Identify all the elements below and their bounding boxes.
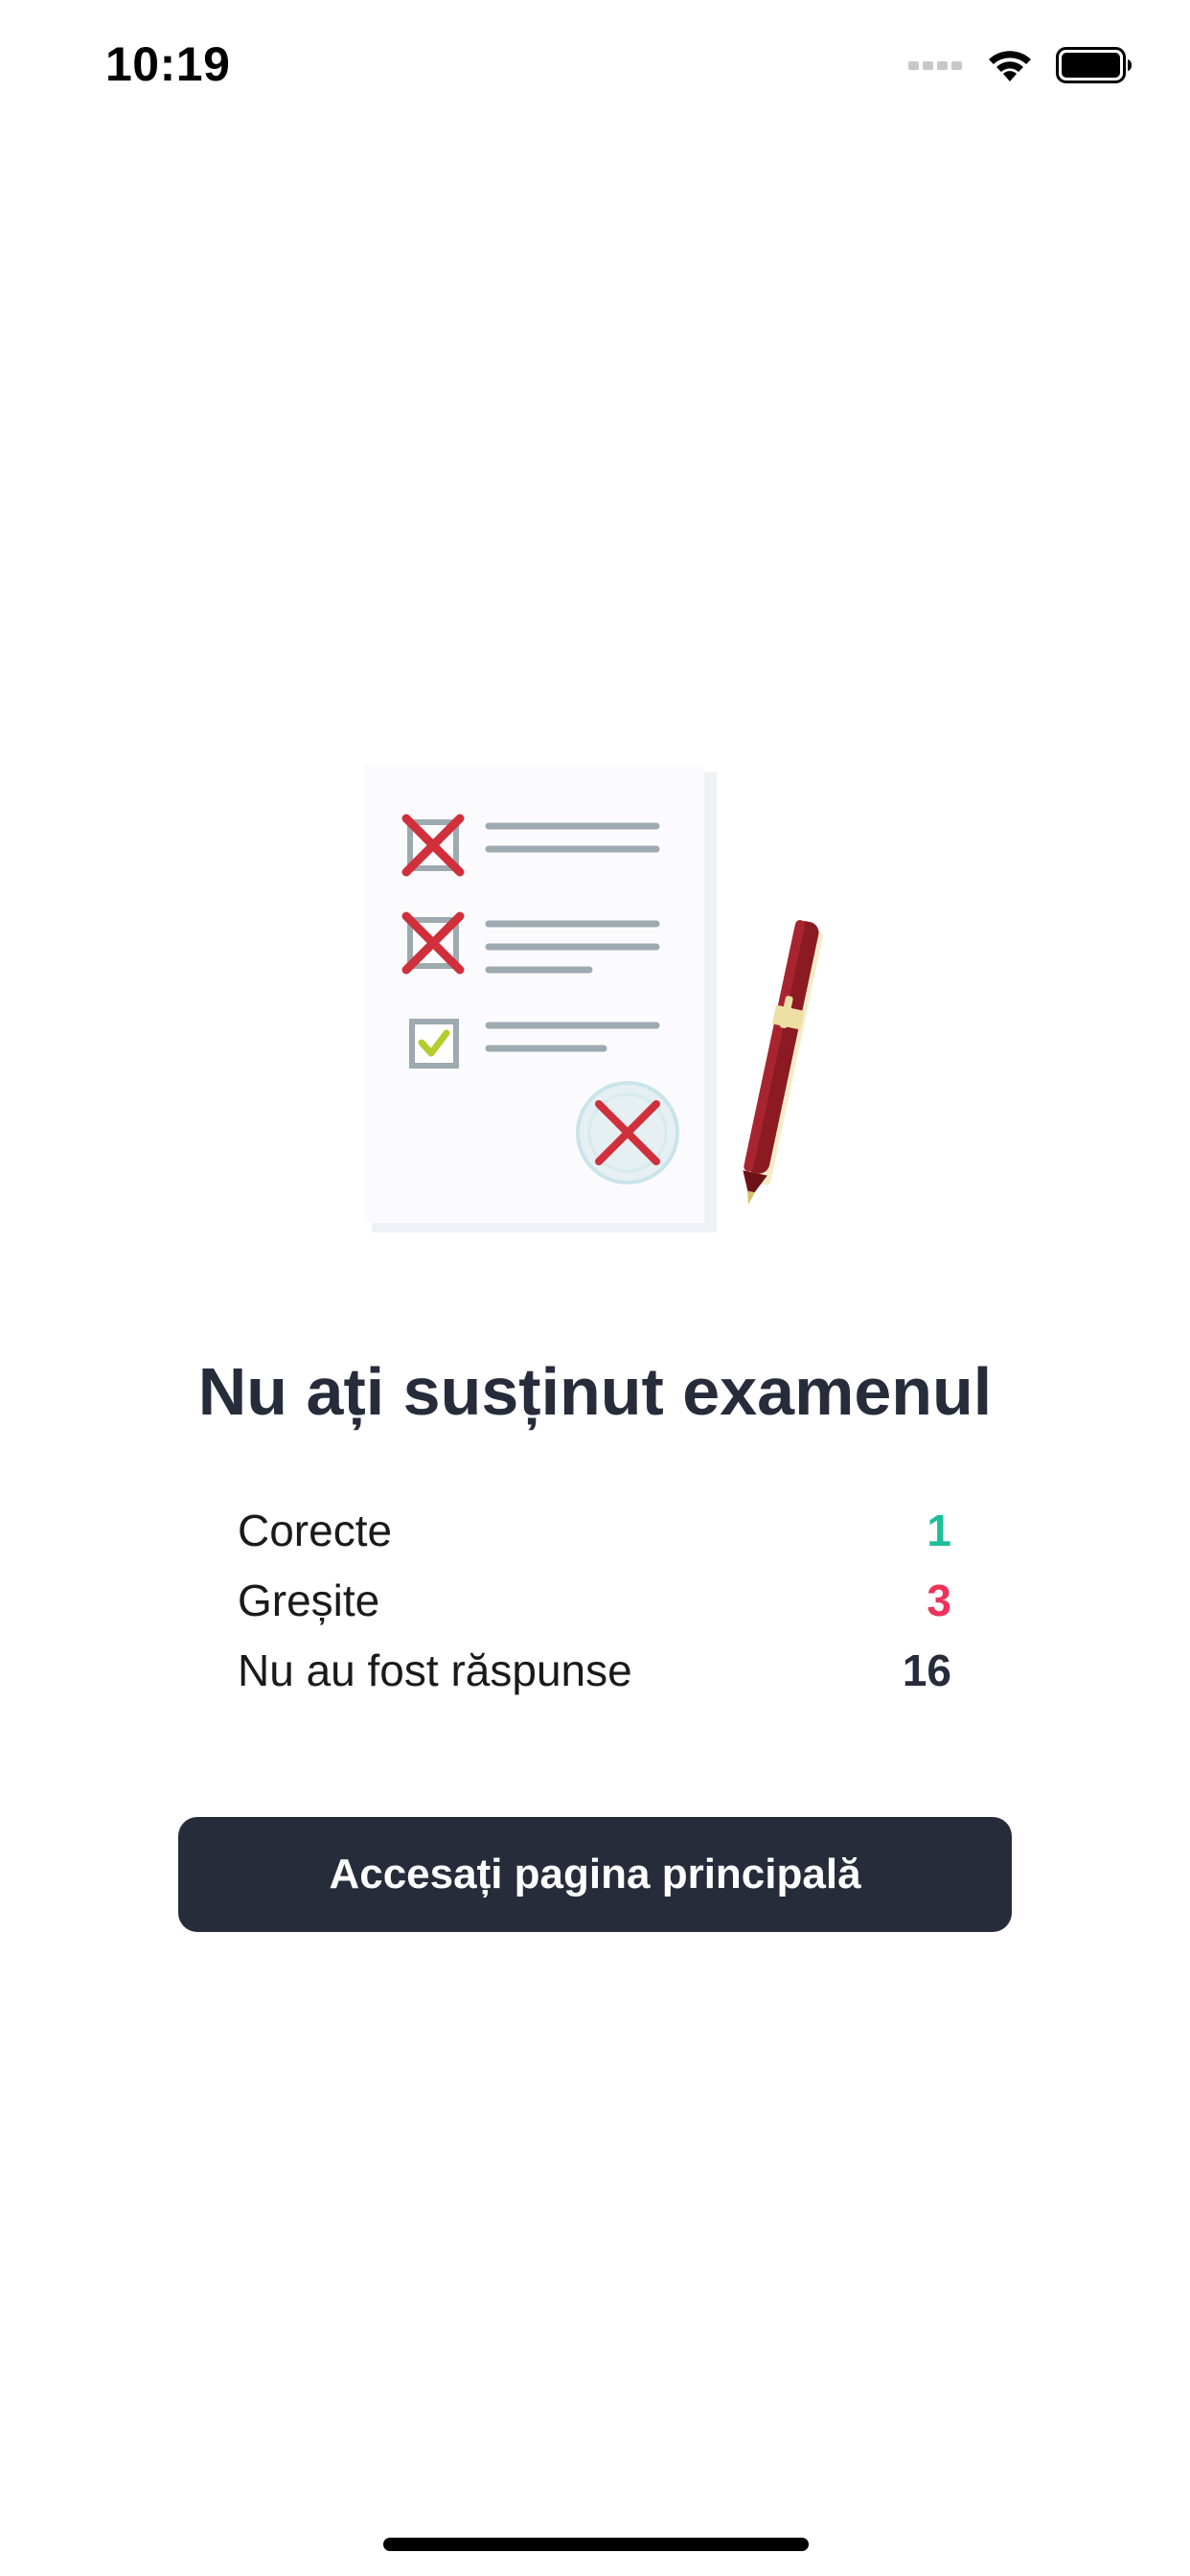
stat-label: Nu au fost răspunse [238, 1644, 632, 1695]
stats-list: Corecte 1 Greșite 3 Nu au fost răspunse … [238, 1495, 951, 1705]
stat-value: 16 [902, 1644, 951, 1695]
pen-icon [743, 919, 823, 1206]
wifi-icon [989, 51, 1031, 81]
fail-stamp-icon [576, 1081, 679, 1184]
stat-value: 3 [927, 1575, 951, 1625]
status-bar: 10:19 [0, 0, 1190, 126]
battery-icon [1056, 47, 1132, 83]
result-title: Nu ați susținut examenul [197, 1354, 993, 1429]
stat-row-correct: Corecte 1 [238, 1495, 951, 1565]
exam-failed-illustration [364, 765, 823, 1232]
home-indicator[interactable] [383, 2538, 809, 2551]
stat-value: 1 [927, 1505, 951, 1555]
checkbox-check-icon [409, 1019, 459, 1069]
stat-row-unanswered: Nu au fost răspunse 16 [238, 1635, 951, 1705]
stat-label: Corecte [238, 1505, 393, 1555]
stat-label: Greșite [238, 1575, 380, 1625]
stat-row-wrong: Greșite 3 [238, 1565, 951, 1635]
status-icons [908, 44, 1133, 86]
go-home-button[interactable]: Accesați pagina principală [178, 1817, 1012, 1932]
status-time: 10:19 [105, 37, 231, 91]
signal-icon [908, 61, 962, 70]
